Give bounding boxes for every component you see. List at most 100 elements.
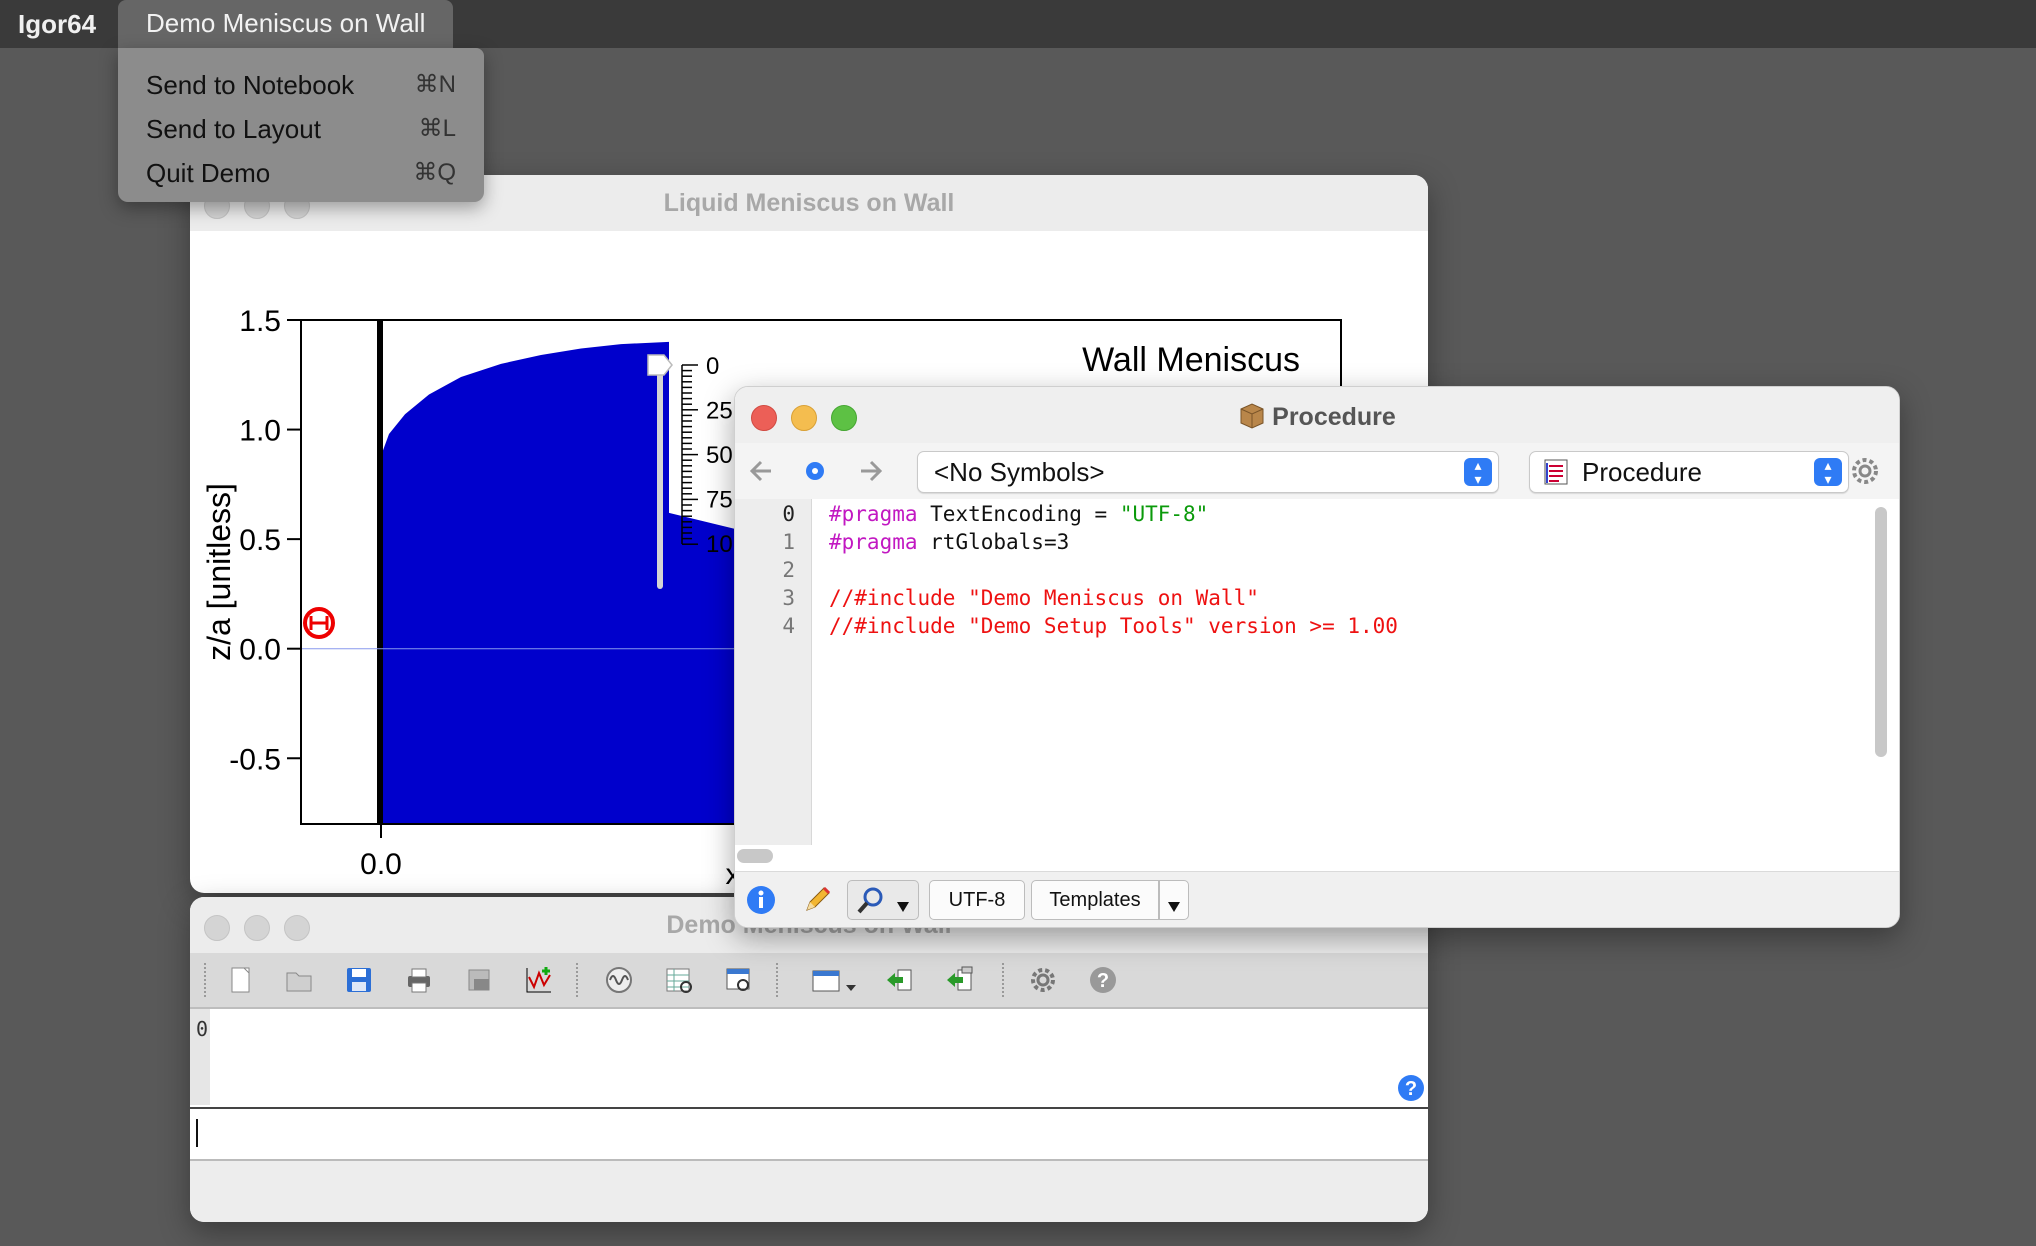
cursor-marker-icon[interactable] [303, 607, 335, 639]
menu-item-label: Send to Notebook [146, 70, 355, 100]
symbols-popup-label: <No Symbols> [934, 457, 1105, 487]
svg-text:?: ? [1097, 970, 1109, 992]
line-number: 0 [782, 502, 795, 526]
info-icon[interactable] [745, 884, 777, 916]
inspect-icon[interactable] [724, 965, 754, 995]
y-axis-label: z/a [unitless] [201, 483, 237, 661]
page-setup-icon[interactable] [464, 965, 494, 995]
line-number: 4 [782, 614, 795, 638]
code-editor[interactable]: 0 1 2 3 4 #pragma TextEncoding = "UTF-8"… [735, 499, 1899, 845]
package-icon [1240, 403, 1264, 429]
menu-item-quit-demo[interactable]: Quit Demo ⌘Q [146, 152, 456, 192]
send-forward-icon[interactable] [944, 965, 974, 995]
svg-text:?: ? [1405, 1078, 1417, 1100]
command-status-area [190, 1161, 1428, 1222]
new-window-icon[interactable] [810, 965, 862, 995]
code-keyword: #pragma [829, 502, 918, 526]
dropdown-arrow-icon [1168, 902, 1180, 912]
menu-bar: Igor64 Demo Meniscus on Wall [0, 0, 2036, 48]
menu-item-label: Send to Layout [146, 114, 321, 144]
toolbar-grip [204, 963, 208, 997]
menu-item-send-to-layout[interactable]: Send to Layout ⌘L [146, 108, 456, 148]
y-tick-label: 0.5 [239, 524, 281, 557]
back-arrow-icon[interactable] [745, 455, 777, 487]
send-back-icon[interactable] [884, 965, 914, 995]
help-icon[interactable]: ? [1088, 965, 1118, 995]
line-number: 2 [782, 558, 795, 582]
vertical-scrollbar[interactable] [1875, 507, 1887, 757]
y-tick-label: 1.0 [239, 415, 281, 448]
encoding-button[interactable]: UTF-8 [929, 880, 1025, 920]
toolbar-separator [576, 963, 580, 997]
dropdown-arrow-icon [897, 902, 909, 912]
code-line: #pragma rtGlobals=3 [829, 530, 1069, 554]
code-keyword: #pragma [829, 530, 918, 554]
slider-tick-label: 0 [706, 353, 719, 380]
history-line: 0 [196, 1017, 209, 1041]
help-icon[interactable]: ? [1396, 1073, 1426, 1103]
search-button[interactable] [847, 880, 919, 920]
code-line: #pragma TextEncoding = "UTF-8" [829, 502, 1208, 526]
menu-item-shortcut: ⌘N [414, 71, 456, 98]
magnifier-icon [857, 887, 883, 914]
procedure-window: Procedure <No Symbols> ▴ ▾ Procedure ▴ ▾ 0… [734, 386, 1900, 928]
y-tick-label: 0.0 [239, 634, 281, 667]
procedure-popup[interactable]: Procedure ▴ ▾ [1529, 451, 1849, 493]
menu-item-shortcut: ⌘Q [413, 159, 456, 186]
templates-button[interactable]: Templates [1031, 880, 1159, 920]
demo-dropdown-menu: Send to Notebook ⌘N Send to Layout ⌘L Qu… [118, 48, 484, 202]
procedure-doc-icon [1544, 459, 1568, 485]
print-icon[interactable] [404, 965, 434, 995]
line-number-gutter: 0 1 2 3 4 [735, 499, 812, 845]
command-window: Demo Meniscus on Wall ? 0 ? [190, 897, 1428, 1222]
code-text: TextEncoding = [917, 502, 1120, 526]
procedure-popup-label: Procedure [1582, 457, 1702, 487]
line-number: 1 [782, 530, 795, 554]
toolbar-separator [776, 963, 780, 997]
bookmark-dot-icon[interactable] [801, 457, 829, 485]
slider-tick-label: 10 [706, 531, 733, 558]
procedure-navbar: <No Symbols> ▴ ▾ Procedure ▴ ▾ [735, 443, 1899, 500]
menu-item-shortcut: ⌘L [418, 115, 456, 142]
command-toolbar: ? [190, 953, 1428, 1007]
horizontal-scrollbar[interactable] [737, 849, 773, 863]
procedure-bottom-bar: UTF-8 Templates [735, 871, 1899, 927]
slider-tick-label: 75 [706, 487, 733, 514]
menu-item-label: Quit Demo [146, 158, 271, 188]
slider-track[interactable] [657, 359, 663, 589]
popup-arrows-icon: ▴ ▾ [1814, 458, 1842, 486]
forward-arrow-icon[interactable] [855, 455, 887, 487]
chart-title: Wall Meniscus [1082, 341, 1300, 379]
code-comment: //#include "Demo Setup Tools" version >=… [829, 614, 1398, 638]
open-folder-icon[interactable] [284, 965, 314, 995]
slider-tick-label: 25 [706, 398, 733, 425]
pencil-icon[interactable] [801, 884, 833, 916]
code-comment: //#include "Demo Meniscus on Wall" [829, 586, 1259, 610]
code-text: rtGlobals=3 [917, 530, 1070, 554]
procedure-titlebar[interactable]: Procedure [735, 387, 1899, 443]
new-icon[interactable] [226, 965, 256, 995]
slider-tick-label: 50 [706, 442, 733, 469]
gear-icon[interactable] [1028, 965, 1058, 995]
wall-line [377, 320, 383, 824]
symbols-popup[interactable]: <No Symbols> ▴ ▾ [917, 451, 1499, 493]
popup-arrows-icon: ▴ ▾ [1464, 458, 1492, 486]
procedure-window-title: Procedure [735, 401, 1899, 432]
code-string: "UTF-8" [1119, 502, 1209, 526]
y-tick-label: -0.5 [229, 743, 281, 776]
menu-item-send-to-notebook[interactable]: Send to Notebook ⌘N [146, 64, 456, 104]
toolbar-separator [1002, 963, 1006, 997]
menu-demo[interactable]: Demo Meniscus on Wall [118, 0, 454, 48]
waveform-icon[interactable] [604, 965, 634, 995]
line-number: 3 [782, 586, 795, 610]
new-graph-icon[interactable] [524, 965, 554, 995]
table-icon[interactable] [664, 965, 694, 995]
procedure-title-text: Procedure [1272, 403, 1396, 431]
app-menu[interactable]: Igor64 [18, 9, 96, 40]
command-input[interactable] [190, 1107, 1428, 1161]
save-icon[interactable] [344, 965, 374, 995]
history-area[interactable]: 0 ? [190, 1007, 1428, 1105]
y-tick-label: 1.5 [239, 305, 281, 338]
gear-icon[interactable] [1849, 455, 1881, 487]
templates-dropdown[interactable] [1159, 880, 1189, 920]
